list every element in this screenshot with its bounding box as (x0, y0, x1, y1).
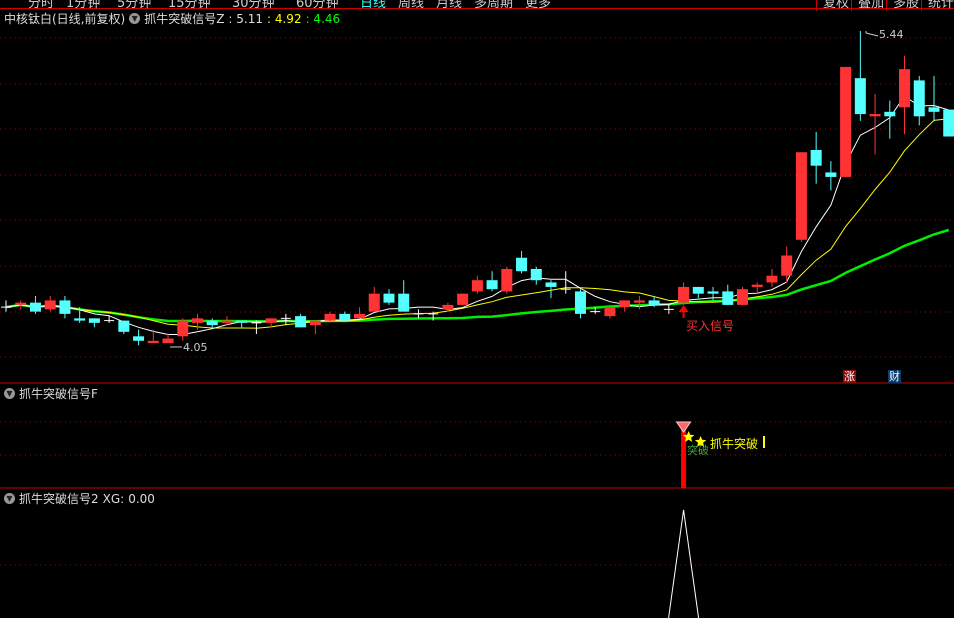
candle-body (88, 318, 100, 323)
xg-signal-line (668, 509, 700, 618)
candle-body (162, 338, 174, 344)
pane3-header: ▼ 抓牛突破信号2 XG: 0.00 (4, 490, 155, 507)
signal-text: 抓牛突破 (710, 437, 759, 451)
high-price-label: 5.44 (879, 28, 904, 41)
buy-arrow-icon-head (678, 305, 689, 312)
candle-body (648, 300, 660, 305)
candle-body (118, 320, 130, 332)
candle-body (265, 318, 277, 323)
candle-body (516, 257, 528, 272)
candle-body (309, 320, 321, 326)
candle-body (707, 291, 719, 294)
candle-body (795, 152, 807, 240)
candle-body (884, 111, 896, 117)
candle-body (368, 293, 380, 312)
high-marker-arrow (865, 31, 879, 37)
candle-body (619, 300, 631, 308)
pane2-title[interactable]: 抓牛突破信号F (19, 385, 98, 402)
candle-body (810, 149, 822, 166)
candle-body (854, 78, 866, 115)
signal-subtext: 突破 (687, 444, 709, 457)
candle-body (133, 336, 145, 341)
candle-body (44, 300, 56, 310)
ma5-line (5, 95, 949, 335)
low-price-label: 4.05 (183, 341, 208, 354)
candle-body (398, 293, 410, 312)
candle-body (678, 286, 690, 303)
candle-body (737, 289, 748, 305)
candle-body (236, 320, 248, 323)
candle-body (766, 275, 778, 283)
candle-body (604, 307, 616, 317)
xg-label: XG: (102, 491, 125, 506)
candle-body (59, 300, 71, 314)
candle-body (442, 304, 454, 310)
kline-chart[interactable] (0, 0, 954, 618)
pane2-menu-icon[interactable]: ▼ (4, 388, 15, 399)
candle-body (722, 291, 734, 305)
gem-icon (675, 421, 692, 433)
candle-body (324, 313, 336, 321)
candle-body (147, 340, 159, 344)
candle-body (354, 313, 366, 319)
candle-body (29, 302, 41, 312)
signal-bar (681, 425, 687, 488)
candle-body (339, 313, 351, 321)
candle-body (530, 268, 542, 281)
candle-body (191, 318, 203, 323)
candle-body (545, 282, 557, 287)
xg-value: 0.00 (128, 491, 155, 506)
candle-body (840, 66, 852, 177)
ma30-line (5, 228, 950, 323)
pane3-title[interactable]: 抓牛突破信号2 (19, 490, 99, 507)
candle-body (574, 291, 586, 314)
candle-body (501, 268, 513, 292)
candle-body (692, 286, 704, 294)
candle-body (457, 293, 469, 305)
candle-body (471, 280, 483, 292)
candle-body (633, 300, 645, 303)
pane2-header: ▼ 抓牛突破信号F (4, 385, 98, 402)
ma10-line (5, 118, 949, 329)
candle-body (943, 109, 954, 137)
candle-body (221, 320, 233, 323)
candle-body (899, 69, 911, 108)
candle-body (781, 255, 793, 276)
candle-body (913, 80, 925, 117)
candle-body (751, 284, 763, 287)
candle-body (74, 318, 86, 321)
candle-body (486, 280, 498, 290)
buy-signal-label: 买入信号 (686, 319, 735, 333)
candle-body (825, 172, 837, 177)
cai-badge[interactable]: 财 (888, 370, 901, 383)
zhang-badge[interactable]: 涨 (843, 370, 856, 383)
candle-body (177, 320, 189, 337)
candle-body (15, 302, 27, 305)
candle-body (928, 107, 940, 112)
pane3-menu-icon[interactable]: ▼ (4, 493, 15, 504)
candle-body (206, 320, 218, 326)
candle-body (295, 316, 307, 328)
candle-body (869, 114, 881, 117)
signal-cursor (763, 436, 765, 448)
candle-body (383, 293, 395, 303)
